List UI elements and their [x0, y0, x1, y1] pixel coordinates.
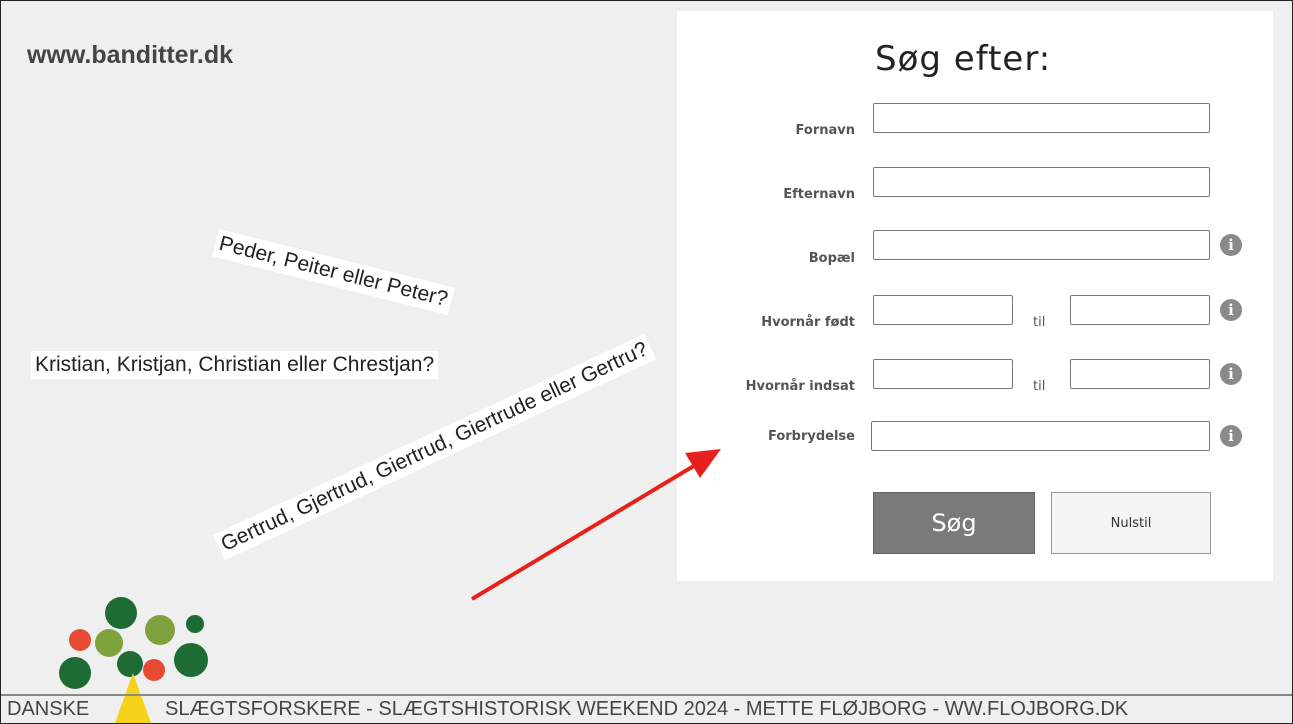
slide: www.banditter.dk Søg efter: Fornavn Efte… [0, 0, 1293, 724]
footer-divider [1, 694, 1292, 696]
footer-left-text: DANSKE [7, 698, 90, 720]
footer-right-text: SLÆGTSFORSKERE - SLÆGTSHISTORISK WEEKEND… [165, 698, 1129, 720]
